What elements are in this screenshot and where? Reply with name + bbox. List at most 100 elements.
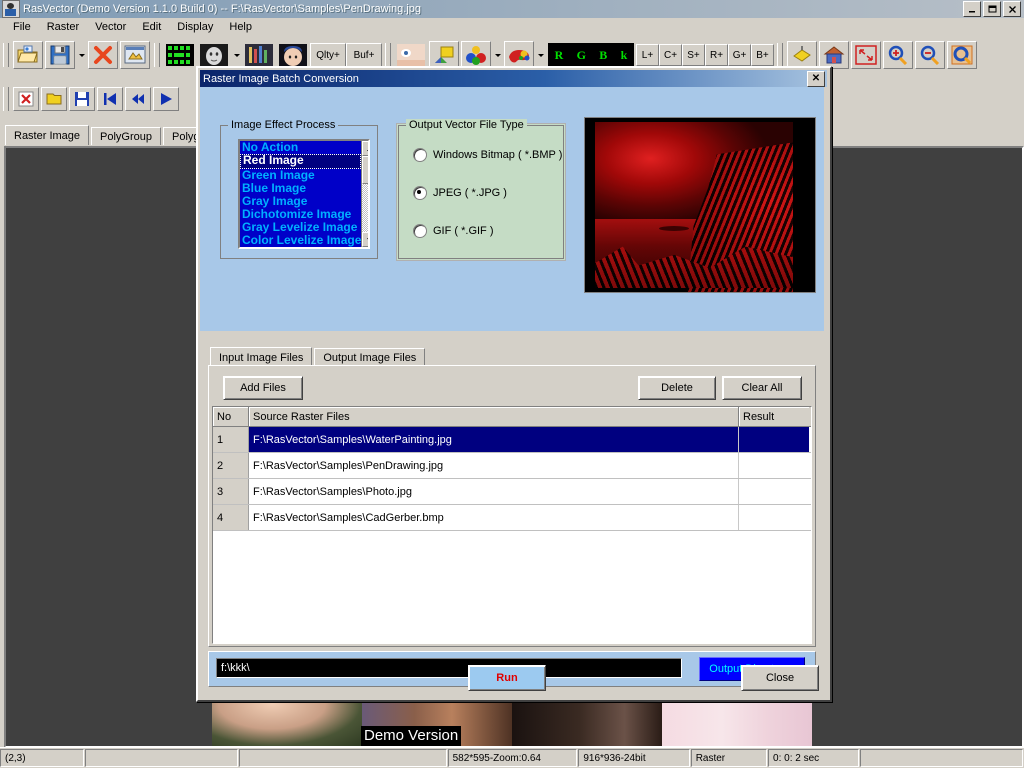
tab-output-image-files[interactable]: Output Image Files	[314, 348, 426, 366]
preview-island	[658, 225, 689, 231]
delete-icon[interactable]	[88, 41, 118, 69]
menu-edit[interactable]: Edit	[134, 19, 169, 35]
save-document-icon[interactable]	[69, 87, 95, 111]
play-icon[interactable]	[153, 87, 179, 111]
dialog-titlebar: Raster Image Batch Conversion ✕	[200, 70, 827, 87]
palette-icon[interactable]	[504, 41, 534, 69]
rgb-channel-g: G	[576, 47, 586, 62]
output-vector-file-type-legend: Output Vector File Type	[406, 119, 527, 131]
channel-button-g[interactable]: G+	[728, 44, 751, 66]
color-plane-icon[interactable]	[429, 41, 459, 69]
list-item-selected[interactable]: Red Image	[240, 154, 362, 169]
close-button[interactable]	[1003, 1, 1021, 17]
channel-button-b[interactable]: B+	[751, 44, 774, 66]
image-effect-list-items: No Action Red Image Green Image Blue Ima…	[240, 141, 362, 248]
rgb-channel-k: k	[620, 47, 628, 62]
cell-no: 1	[213, 427, 249, 452]
raster-thumbnail-2-icon[interactable]	[198, 42, 230, 68]
toolbar-grip-3[interactable]	[385, 43, 391, 67]
channel-button-r[interactable]: R+	[705, 44, 728, 66]
save-file-icon[interactable]	[45, 41, 75, 69]
folder-icon[interactable]	[41, 87, 67, 111]
window-controls	[963, 1, 1021, 17]
statusbar: (2,3) 582*595-Zoom:0.64 916*936-24bit Ra…	[0, 747, 1024, 768]
delete-button[interactable]: Delete	[638, 376, 716, 400]
rgb-channel-indicator: R G B k	[548, 43, 634, 67]
cell-no: 4	[213, 505, 249, 530]
palette-dropdown-arrow-icon[interactable]	[535, 42, 546, 68]
rgb-channel-b: B	[599, 47, 608, 62]
source-files-grid[interactable]: No Source Raster Files Result 1 F:\RasVe…	[212, 406, 812, 644]
radio-indicator	[413, 224, 427, 238]
raster-thumbnail-4-icon[interactable]	[277, 42, 309, 68]
list-item[interactable]: Brighten Image	[242, 247, 329, 248]
status-mode: Raster	[690, 749, 768, 767]
toolbar-grip-2[interactable]	[154, 43, 160, 67]
table-row[interactable]: 4 F:\RasVector\Samples\CadGerber.bmp	[213, 505, 811, 531]
run-button[interactable]: Run	[468, 665, 546, 691]
color-dropdown-arrow-icon[interactable]	[492, 42, 503, 68]
save-dropdown-arrow-icon[interactable]	[76, 42, 87, 68]
raster-thumbnail-3-icon[interactable]	[243, 42, 275, 68]
print-icon[interactable]	[120, 41, 150, 69]
buffer-button[interactable]: Buf+	[346, 43, 382, 67]
zoom-out-icon[interactable]	[915, 41, 945, 69]
window-title: RasVector (Demo Version 1.1.0 Build 0) -…	[23, 3, 422, 15]
column-header-source[interactable]: Source Raster Files	[249, 407, 739, 426]
cell-source: F:\RasVector\Samples\PenDrawing.jpg	[249, 453, 739, 478]
radio-label: Windows Bitmap ( *.BMP )	[433, 149, 563, 161]
close-dialog-button[interactable]: Close	[741, 665, 819, 691]
menu-help[interactable]: Help	[221, 19, 260, 35]
tab-input-image-files[interactable]: Input Image Files	[210, 347, 313, 367]
fit-to-window-icon[interactable]	[851, 41, 881, 69]
image-effect-listbox[interactable]: No Action Red Image Green Image Blue Ima…	[238, 139, 370, 249]
scrollbar-thumb[interactable]	[362, 156, 368, 184]
tab-polygroup[interactable]: PolyGroup	[91, 127, 162, 145]
color-balls-icon[interactable]	[461, 41, 491, 69]
table-row[interactable]: 3 F:\RasVector\Samples\Photo.jpg	[213, 479, 811, 505]
menu-raster[interactable]: Raster	[39, 19, 87, 35]
image-effect-process-group: Image Effect Process No Action Red Image…	[220, 119, 378, 259]
toolbar-grip-5[interactable]	[3, 87, 9, 111]
photo-thumbnail-icon[interactable]	[395, 42, 427, 68]
raster-dropdown-arrow-icon[interactable]	[231, 42, 242, 68]
column-header-no[interactable]: No	[213, 407, 249, 426]
open-file-icon[interactable]	[13, 41, 43, 69]
home-icon[interactable]	[819, 41, 849, 69]
file-tabs: Input Image Files Output Image Files	[210, 347, 427, 367]
add-files-button[interactable]: Add Files	[223, 376, 303, 400]
channel-adjust-buttons: L+ C+ S+ R+ G+ B+	[636, 44, 774, 66]
radio-jpeg[interactable]: JPEG ( *.JPG )	[413, 186, 507, 200]
fill-bucket-icon[interactable]	[787, 41, 817, 69]
toolbar-grip-4[interactable]	[777, 43, 783, 67]
zoom-in-icon[interactable]	[883, 41, 913, 69]
close-document-icon[interactable]	[13, 87, 39, 111]
toolbar-grip[interactable]	[3, 43, 9, 67]
column-header-result[interactable]: Result	[739, 407, 809, 426]
maximize-button[interactable]	[983, 1, 1001, 17]
menu-vector[interactable]: Vector	[87, 19, 134, 35]
table-row[interactable]: 2 F:\RasVector\Samples\PenDrawing.jpg	[213, 453, 811, 479]
menu-file[interactable]: File	[5, 19, 39, 35]
clear-all-button[interactable]: Clear All	[722, 376, 802, 400]
scrollbar-track[interactable]	[362, 184, 368, 232]
radio-windows-bitmap[interactable]: Windows Bitmap ( *.BMP )	[413, 148, 562, 162]
first-frame-icon[interactable]	[97, 87, 123, 111]
table-row[interactable]: 1 F:\RasVector\Samples\WaterPainting.jpg	[213, 427, 811, 453]
channel-button-c[interactable]: C+	[659, 44, 682, 66]
radio-gif[interactable]: GIF ( *.GIF )	[413, 224, 494, 238]
channel-button-s[interactable]: S+	[682, 44, 705, 66]
menu-display[interactable]: Display	[169, 19, 221, 35]
scroll-up-arrow-icon[interactable]	[362, 141, 368, 156]
scroll-down-arrow-icon[interactable]	[362, 232, 368, 247]
rewind-icon[interactable]	[125, 87, 151, 111]
radio-indicator-checked	[413, 186, 427, 200]
pan-tool-icon[interactable]	[947, 41, 977, 69]
minimize-button[interactable]	[963, 1, 981, 17]
listbox-scrollbar[interactable]	[361, 141, 368, 247]
tab-raster-image[interactable]: Raster Image	[5, 125, 90, 145]
dialog-close-icon[interactable]: ✕	[807, 70, 825, 87]
raster-thumbnail-1-icon[interactable]	[164, 42, 196, 68]
quality-button[interactable]: Qlty+	[310, 43, 346, 67]
channel-button-l[interactable]: L+	[636, 44, 659, 66]
